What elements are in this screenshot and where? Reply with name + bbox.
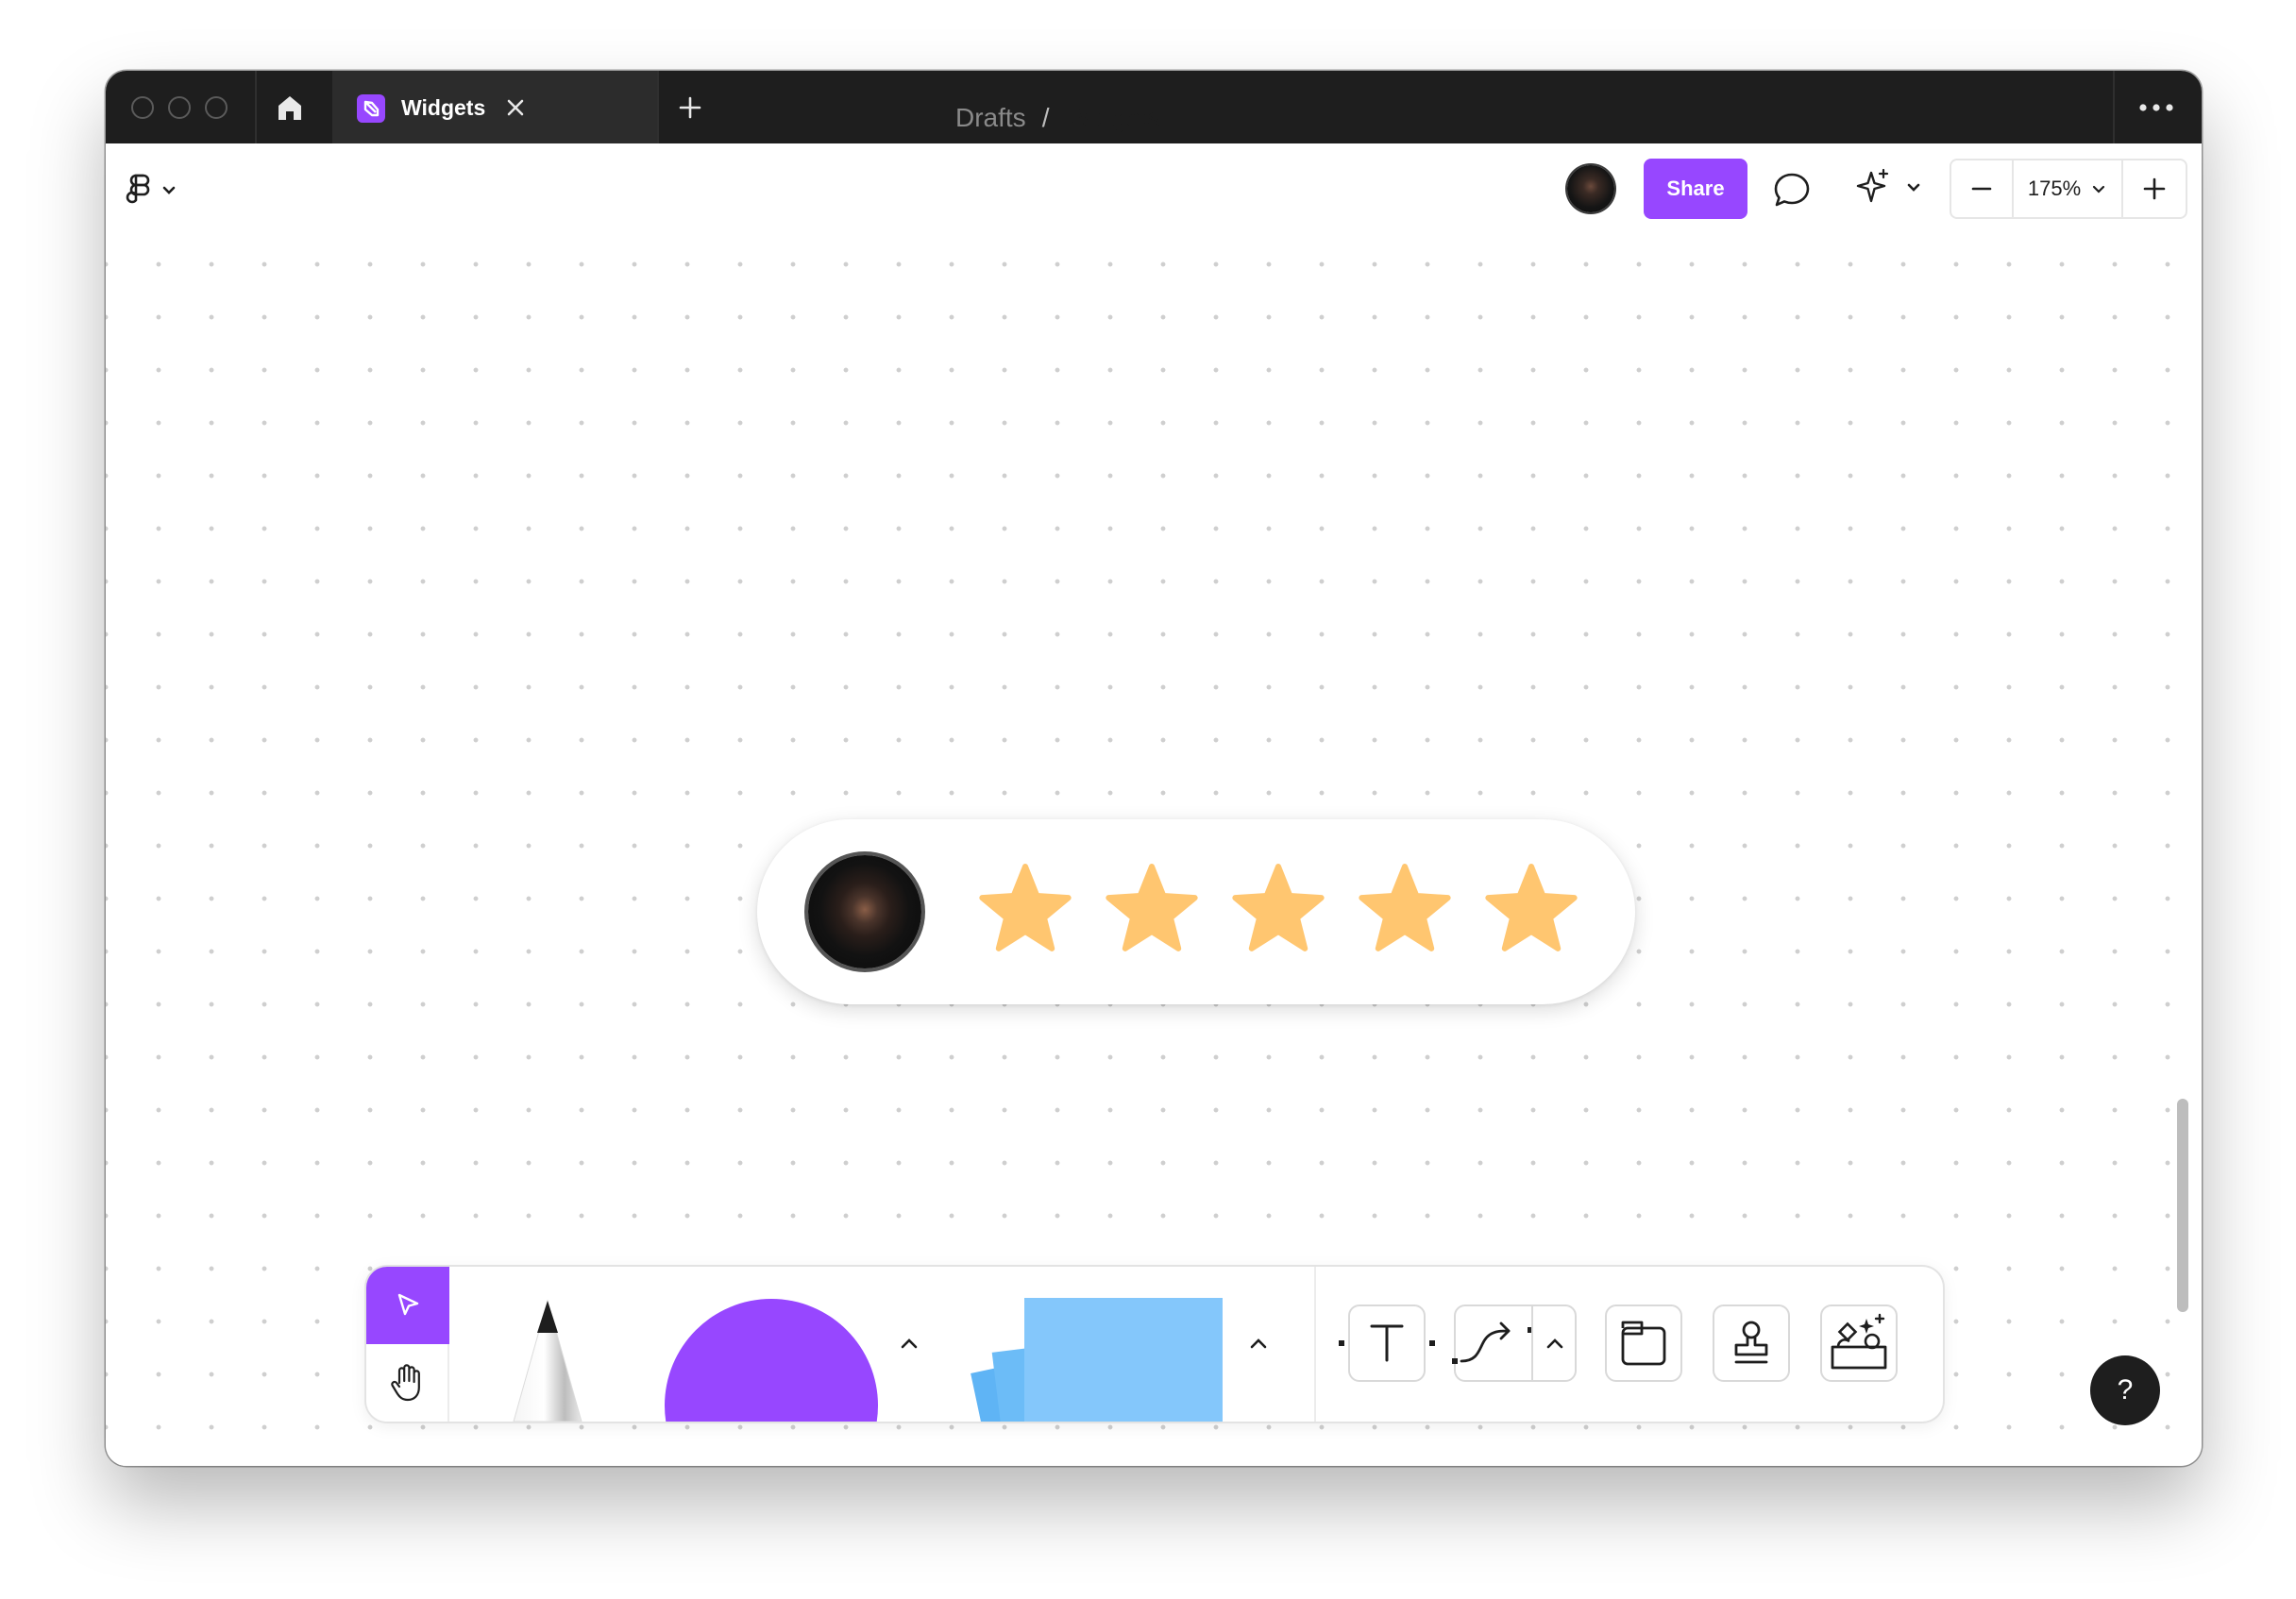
star-icon[interactable] (1358, 861, 1452, 955)
avatar[interactable] (1567, 165, 1614, 212)
chevron-down-icon[interactable] (1178, 109, 1195, 126)
vertical-scrollbar[interactable] (2177, 1099, 2188, 1312)
section-tool[interactable] (1605, 1304, 1682, 1382)
widgets-tool[interactable] (1820, 1304, 1898, 1382)
hand-tool[interactable] (366, 1344, 449, 1422)
connector-divider (1531, 1306, 1533, 1380)
breadcrumb-drafts[interactable]: Drafts (955, 99, 1026, 137)
dock-divider (1314, 1267, 1316, 1422)
sticky-note-tool[interactable] (1024, 1298, 1223, 1422)
pencil-icon (513, 1299, 582, 1422)
hand-icon (391, 1364, 420, 1402)
titlebar-divider (657, 71, 659, 143)
close-window-button[interactable] (131, 96, 154, 119)
comment-icon[interactable] (1771, 169, 1813, 210)
text-tool[interactable] (1339, 1304, 1435, 1382)
plus-icon (2143, 177, 2166, 200)
ai-tools-button[interactable] (1852, 165, 1928, 210)
app-window: Widgets Drafts / Widgets Share 175% ? (106, 71, 2202, 1466)
titlebar-divider (2113, 71, 2115, 143)
chevron-up-icon[interactable] (1246, 1333, 1271, 1354)
maximize-window-button[interactable] (205, 96, 228, 119)
zoom-out-button[interactable] (1951, 160, 2014, 217)
avatar (808, 855, 921, 968)
chevron-down-icon (1907, 183, 1920, 192)
breadcrumb-file-name[interactable]: Widgets (1065, 99, 1160, 137)
section-icon (1621, 1321, 1666, 1366)
breadcrumb: Drafts / Widgets (955, 99, 1195, 137)
chevron-up-icon[interactable] (897, 1333, 921, 1354)
shapes-tool[interactable] (665, 1299, 878, 1422)
tool-dock (366, 1267, 1943, 1422)
tab-title: Widgets (401, 95, 486, 120)
help-button[interactable]: ? (2090, 1355, 2160, 1425)
plus-icon[interactable] (676, 93, 704, 122)
canvas[interactable]: ? (106, 232, 2202, 1466)
star-icon[interactable] (978, 861, 1072, 955)
sparkle-icon (1856, 168, 1889, 203)
chevron-up-icon (1546, 1338, 1563, 1349)
text-icon (1339, 1324, 1435, 1362)
zoom-level-dropdown[interactable]: 175% (2014, 160, 2123, 217)
minimize-window-button[interactable] (168, 96, 191, 119)
titlebar-divider (255, 71, 257, 143)
zoom-in-button[interactable] (2123, 160, 2186, 217)
star-rating (978, 861, 1578, 955)
connector-tool[interactable] (1452, 1304, 1577, 1382)
chevron-down-icon (2093, 185, 2105, 194)
zoom-level: 175% (2027, 177, 2082, 200)
home-icon[interactable] (274, 92, 306, 124)
ellipsis-icon[interactable] (2137, 97, 2175, 118)
breadcrumb-separator: / (1041, 103, 1050, 132)
widgets-icon (1831, 1313, 1887, 1370)
minus-icon (1971, 187, 1992, 191)
cursor-icon (397, 1293, 419, 1316)
stamp-tool[interactable] (1713, 1304, 1790, 1382)
move-tool[interactable] (366, 1267, 449, 1344)
stamp-icon (1734, 1321, 1768, 1364)
figjam-file-icon (357, 94, 385, 123)
figma-logo-icon (126, 174, 176, 204)
window-controls (131, 96, 228, 119)
zoom-control: 175% (1950, 159, 2187, 219)
main-menu-button[interactable] (125, 172, 181, 210)
share-button[interactable]: Share (1644, 159, 1747, 219)
star-icon[interactable] (1231, 861, 1325, 955)
star-icon[interactable] (1484, 861, 1578, 955)
star-icon[interactable] (1105, 861, 1199, 955)
close-icon[interactable] (504, 96, 527, 119)
rating-widget[interactable] (757, 819, 1635, 1004)
pen-tool[interactable] (502, 1295, 593, 1422)
